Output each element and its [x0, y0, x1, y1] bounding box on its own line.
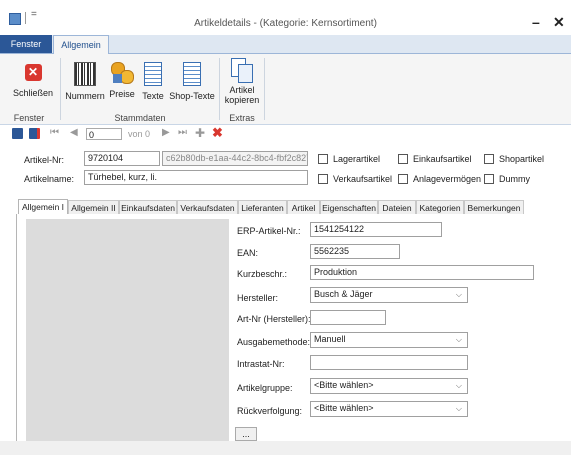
save-close-icon[interactable] — [29, 128, 40, 139]
tab-allgemein-i[interactable]: Allgemein I — [18, 199, 68, 215]
artikelgruppe-dropdown[interactable]: <Bitte wählen> ⌵ — [310, 378, 468, 394]
artikelname-label: Artikelname: — [24, 174, 75, 184]
tab-eigenschaften[interactable]: Eigenschaften — [320, 200, 378, 214]
art-nr-hersteller-label: Art-Nr (Hersteller): — [237, 314, 311, 324]
anlagevermoegen-label: Anlagevermögen — [413, 174, 482, 184]
dummy-label: Dummy — [499, 174, 530, 184]
first-record-icon[interactable]: ⏮ — [50, 127, 59, 138]
verkaufsartikel-checkbox[interactable] — [318, 174, 328, 184]
save-icon[interactable] — [12, 128, 23, 139]
ausgabemethode-label: Ausgabemethode: — [237, 337, 311, 347]
schliessen-label: Schließen — [12, 88, 54, 98]
copy-icon — [231, 58, 253, 83]
group-separator — [219, 58, 220, 120]
chevron-down-icon: ⌵ — [455, 290, 462, 299]
rueckverfolgung-label: Rückverfolgung: — [237, 406, 303, 416]
erp-artikel-nr-label: ERP-Artikel-Nr.: — [237, 226, 301, 236]
kurzbeschr-label: Kurzbeschr.: — [237, 269, 288, 279]
tab-kategorien[interactable]: Kategorien — [416, 200, 464, 214]
record-count-label: von 0 — [128, 129, 151, 139]
lagerartikel-label: Lagerartikel — [333, 154, 381, 164]
window-title: Artikeldetails - (Kategorie: Kernsortime… — [194, 18, 377, 29]
guid-field: c62b80db-e1aa-44c2-8bc4-fbf2c8271f — [162, 151, 308, 166]
chevron-down-icon: ⌵ — [455, 381, 462, 390]
dummy-checkbox[interactable] — [484, 174, 494, 184]
status-bar — [0, 441, 571, 455]
artikel-kopieren-label-1: Artikel — [229, 85, 255, 95]
intrastat-nr-label: Intrastat-Nr: — [237, 359, 285, 369]
tab-lieferanten[interactable]: Lieferanten — [238, 200, 287, 214]
einkaufsartikel-label: Einkaufsartikel — [413, 154, 472, 164]
hersteller-dropdown[interactable]: Busch & Jäger ⌵ — [310, 287, 468, 303]
article-image-placeholder[interactable] — [26, 219, 229, 455]
artikel-kopieren-button[interactable]: Artikel kopieren — [222, 58, 262, 105]
ean-input[interactable]: 5562235 — [310, 244, 400, 259]
preise-label: Preise — [109, 89, 135, 99]
texte-label: Texte — [142, 91, 164, 101]
add-record-icon[interactable]: ✚ — [195, 126, 205, 140]
close-red-icon: ✕ — [24, 64, 42, 81]
ribbon-tab-fenster[interactable]: Fenster — [0, 35, 52, 53]
ausgabemethode-value: Manuell — [314, 334, 346, 344]
shop-texte-button[interactable]: Shop-Texte — [168, 62, 216, 101]
preise-button[interactable]: Preise — [106, 62, 138, 99]
nummern-button[interactable]: Nummern — [64, 62, 106, 101]
artikelgruppe-label: Artikelgruppe: — [237, 383, 293, 393]
intrastat-nr-input[interactable] — [310, 355, 468, 370]
einkaufsartikel-checkbox[interactable] — [398, 154, 408, 164]
shopartikel-checkbox[interactable] — [484, 154, 494, 164]
nummern-label: Nummern — [65, 91, 105, 101]
anlagevermoegen-checkbox[interactable] — [398, 174, 408, 184]
chevron-down-icon: ⌵ — [455, 335, 462, 344]
coins-icon — [111, 62, 134, 84]
verkaufsartikel-label: Verkaufsartikel — [333, 174, 393, 184]
tab-allgemein-ii[interactable]: Allgemein II — [68, 200, 119, 214]
shopartikel-label: Shopartikel — [499, 154, 545, 164]
record-position-input[interactable]: 0 — [86, 128, 122, 140]
artikelgruppe-value: <Bitte wählen> — [314, 380, 374, 390]
barcode-icon — [74, 62, 96, 86]
last-record-icon[interactable]: ⏭ — [178, 127, 187, 138]
artikel-kopieren-label-2: kopieren — [224, 95, 260, 105]
erp-artikel-nr-input[interactable]: 1541254122 — [310, 222, 442, 237]
minimize-button[interactable]: – — [532, 14, 540, 30]
delete-record-icon[interactable]: ✖ — [212, 125, 223, 141]
shop-texte-label: Shop-Texte — [169, 91, 215, 101]
tab-bemerkungen[interactable]: Bemerkungen — [464, 200, 524, 214]
hersteller-label: Hersteller: — [237, 293, 279, 303]
group-separator — [60, 58, 61, 120]
group-label-stammdaten: Stammdaten — [114, 113, 166, 123]
texte-button[interactable]: Texte — [138, 62, 168, 101]
hersteller-value: Busch & Jäger — [314, 289, 373, 299]
tab-verkaufsdaten[interactable]: Verkaufsdaten — [177, 200, 238, 214]
tab-dateien[interactable]: Dateien — [378, 200, 416, 214]
document-icon — [183, 62, 201, 86]
schliessen-button[interactable]: ✕ Schließen — [10, 64, 56, 98]
artikel-nr-input[interactable]: 9720104 — [84, 151, 160, 166]
art-nr-hersteller-input[interactable] — [310, 310, 386, 325]
artikelname-input[interactable]: Türhebel, kurz, li. — [84, 170, 308, 185]
rueckverfolgung-dropdown[interactable]: <Bitte wählen> ⌵ — [310, 401, 468, 417]
previous-record-icon[interactable]: ◀ — [70, 127, 78, 138]
lagerartikel-checkbox[interactable] — [318, 154, 328, 164]
next-record-icon[interactable]: ▶ — [162, 127, 170, 138]
group-label-fenster: Fenster — [13, 113, 45, 123]
ribbon-tab-allgemein[interactable]: Allgemein — [53, 35, 109, 54]
ean-label: EAN: — [237, 248, 259, 258]
ausgabemethode-dropdown[interactable]: Manuell ⌵ — [310, 332, 468, 348]
close-window-button[interactable]: ✕ — [553, 14, 565, 31]
browse-button[interactable]: ... — [235, 427, 257, 441]
tab-einkaufsdaten[interactable]: Einkaufsdaten — [119, 200, 177, 214]
group-separator — [264, 58, 265, 120]
kurzbeschr-input[interactable]: Produktion — [310, 265, 534, 280]
artikel-nr-label: Artikel-Nr: — [24, 155, 64, 165]
tab-artikel[interactable]: Artikel — [287, 200, 320, 214]
group-label-extras: Extras — [229, 113, 255, 123]
rueckverfolgung-value: <Bitte wählen> — [314, 403, 374, 413]
chevron-down-icon: ⌵ — [455, 404, 462, 413]
document-icon — [144, 62, 162, 86]
